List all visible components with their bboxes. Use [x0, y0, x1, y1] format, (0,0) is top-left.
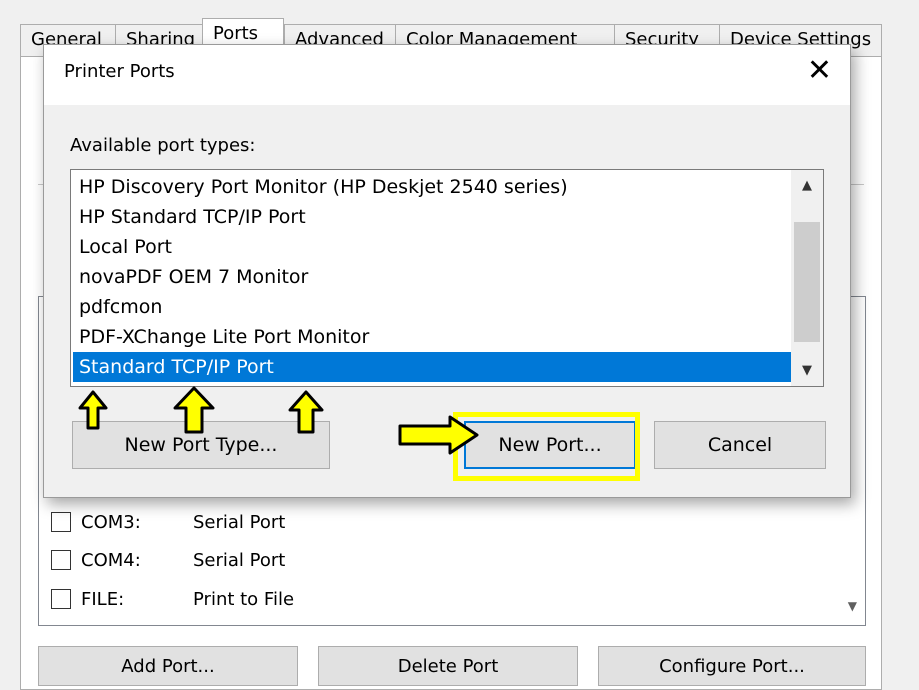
port-name: COM3: [81, 511, 141, 533]
chevron-up-icon[interactable]: ▲ [791, 178, 823, 193]
up-arrow-icon [288, 390, 324, 434]
list-item[interactable]: HP Standard TCP/IP Port [73, 202, 791, 232]
list-item[interactable]: pdfcmon [73, 292, 791, 322]
port-checkbox[interactable] [51, 589, 71, 609]
list-item[interactable]: Local Port [73, 232, 791, 262]
list-item[interactable]: PDF-XChange Lite Port Monitor [73, 322, 791, 352]
add-port-button[interactable]: Add Port... [38, 646, 298, 686]
dialog-titlebar: Printer Ports ✕ [44, 45, 850, 105]
scrollbar-thumb[interactable] [794, 222, 820, 342]
highlight-box [453, 412, 640, 481]
up-arrow-icon [173, 386, 215, 434]
list-item[interactable]: HP Discovery Port Monitor (HP Deskjet 25… [73, 172, 791, 202]
tab-label: Ports [213, 23, 259, 44]
port-name: COM4: [81, 549, 141, 571]
port-types-listbox[interactable]: HP Discovery Port Monitor (HP Deskjet 25… [70, 169, 824, 387]
port-description: Print to File [193, 588, 295, 610]
port-checkbox[interactable] [51, 550, 71, 570]
delete-port-button[interactable]: Delete Port [318, 646, 578, 686]
port-description: Serial Port [193, 549, 286, 571]
scroll-down-icon[interactable]: ▼ [848, 599, 857, 613]
list-item[interactable]: novaPDF OEM 7 Monitor [73, 262, 791, 292]
list-item-selected[interactable]: Standard TCP/IP Port [73, 352, 791, 382]
right-arrow-icon [398, 415, 479, 455]
up-arrow-icon [78, 390, 108, 430]
port-name: FILE: [81, 588, 125, 610]
available-port-types-label: Available port types: [70, 135, 256, 156]
port-checkbox[interactable] [51, 512, 71, 532]
chevron-down-icon[interactable]: ▼ [791, 363, 823, 378]
close-icon[interactable]: ✕ [807, 51, 832, 91]
port-row[interactable]: COM4: Serial Port [51, 545, 285, 575]
port-row[interactable]: FILE: Print to File [51, 584, 294, 614]
port-row[interactable]: COM3: Serial Port [51, 507, 285, 537]
cancel-button[interactable]: Cancel [654, 421, 826, 469]
dialog-title: Printer Ports [64, 61, 175, 82]
listbox-scrollbar[interactable]: ▲ ▼ [791, 170, 823, 386]
port-description: Serial Port [193, 511, 286, 533]
configure-port-button[interactable]: Configure Port... [598, 646, 866, 686]
